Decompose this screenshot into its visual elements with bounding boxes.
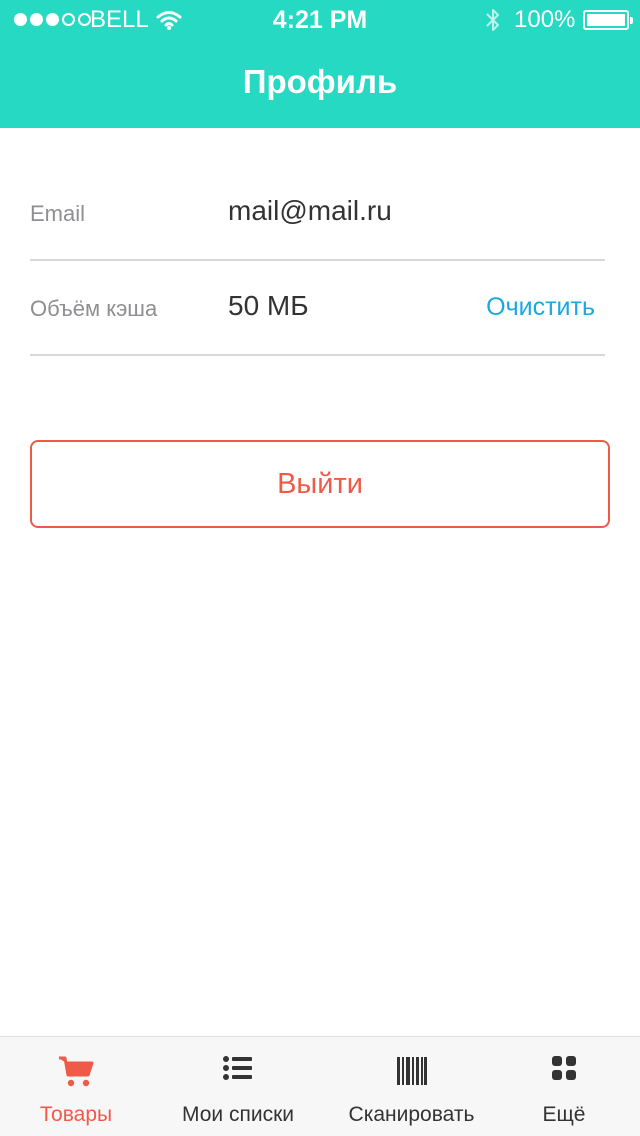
tab-bar: Товары Мои списки Сканировать Ещё <box>0 1036 640 1136</box>
tab-more-label: Ещё <box>542 1103 586 1126</box>
tab-scan-label: Сканировать <box>348 1103 475 1126</box>
tab-products[interactable]: Товары <box>0 1037 152 1136</box>
header: BELL 4:21 PM 100% Профиль <box>0 0 640 128</box>
tab-more[interactable]: Ещё <box>505 1037 623 1136</box>
email-label: Email <box>30 201 86 226</box>
tab-my-lists[interactable]: Мои списки <box>163 1037 313 1136</box>
status-bar: BELL 4:21 PM 100% <box>0 0 640 40</box>
battery-icon <box>583 10 633 30</box>
logout-button[interactable]: Выйти <box>30 440 610 528</box>
profile-screen: BELL 4:21 PM 100% Профиль Email mail@mai… <box>0 0 640 1136</box>
battery-percentage: 100% <box>514 6 576 33</box>
cache-size-label: Объём кэша <box>30 296 158 321</box>
tab-products-label: Товары <box>39 1103 113 1126</box>
cache-row: Объём кэша 50 МБ Очистить <box>30 261 605 356</box>
tab-scan[interactable]: Сканировать <box>333 1037 490 1136</box>
email-value: mail@mail.ru <box>228 195 392 226</box>
cart-icon <box>59 1056 94 1087</box>
page-title: Профиль <box>242 63 398 100</box>
email-row: Email mail@mail.ru <box>30 166 605 261</box>
bluetooth-icon <box>486 9 499 31</box>
clear-cache-button[interactable]: Очистить <box>486 292 595 322</box>
grid-icon <box>552 1056 576 1080</box>
list-icon <box>223 1056 252 1080</box>
tab-my-lists-label: Мои списки <box>182 1103 294 1126</box>
cache-size-value: 50 МБ <box>228 290 309 321</box>
barcode-icon <box>396 1057 427 1085</box>
